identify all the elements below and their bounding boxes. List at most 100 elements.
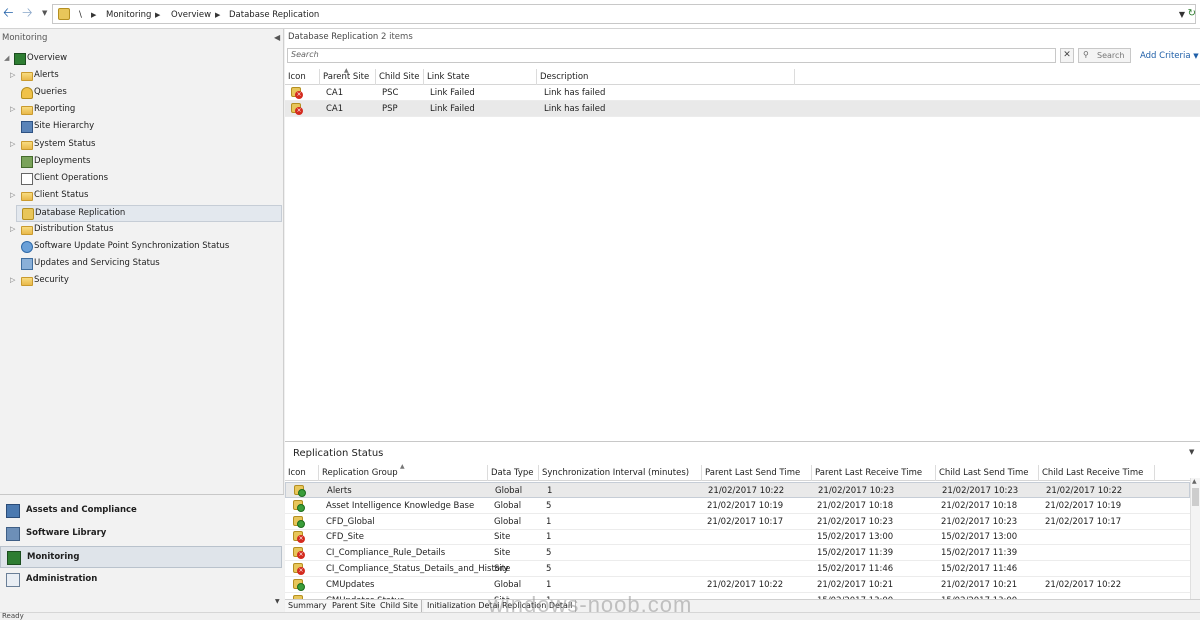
clear-search-button[interactable]: ✕ (1060, 48, 1074, 63)
cell-plr: 15/02/2017 11:39 (817, 548, 894, 559)
table-row[interactable]: × CI_Compliance_Status_Details_and_Histor… (285, 561, 1190, 577)
cell-link-state: Link Failed (430, 88, 475, 98)
search-input[interactable]: Search (287, 48, 1056, 63)
expand-arrow-icon[interactable]: ▷ (10, 105, 15, 113)
sidebar-item-site-hierarchy[interactable]: Site Hierarchy (0, 119, 282, 136)
table-row[interactable]: Asset Intelligence Knowledge Base Global 5… (285, 498, 1190, 514)
column-header-child-last-receive-time[interactable]: Child Last Receive Time (1039, 465, 1155, 481)
sidebar-item-client-status[interactable]: ▷ Client Status (0, 188, 282, 205)
breadcrumb-overview[interactable]: Overview (171, 10, 211, 20)
folder-icon (21, 140, 33, 150)
history-dropdown-icon[interactable]: ▼ (42, 9, 47, 17)
column-header-data-type[interactable]: Data Type (488, 465, 539, 481)
cell-clr: 21/02/2017 10:22 (1046, 486, 1123, 496)
table-row[interactable]: CFD_Global Global 1 21/02/2017 10:17 21/02/2… (285, 514, 1190, 530)
sidebar-item-client-operations[interactable]: Client Operations (0, 171, 282, 188)
cell-type: Global (494, 500, 522, 511)
expanded-arrow-icon[interactable]: ◢ (4, 54, 9, 62)
workspace-administration[interactable]: Administration (0, 569, 282, 591)
sidebar-item-distribution-status[interactable]: ▷ Distribution Status (0, 222, 282, 239)
sidebar-item-label: Overview (27, 53, 68, 63)
sidebar-item-label: Security (34, 275, 69, 286)
table-row[interactable]: × CA1 PSP Link Failed Link has failed (285, 101, 1200, 117)
chevron-down-icon[interactable]: ▼ (1179, 10, 1185, 19)
column-header-link-state[interactable]: Link State (424, 69, 537, 85)
sidebar-item-security[interactable]: ▷ Security (0, 273, 282, 290)
expand-arrow-icon[interactable]: ▷ (10, 276, 15, 284)
table-row[interactable]: × CI_Compliance_Rule_Details Site 5 15/02/20… (285, 545, 1190, 562)
chevron-down-icon[interactable]: ▼ (1189, 448, 1194, 456)
database-replication-icon (58, 8, 70, 20)
collapse-pane-icon[interactable]: ◀ (274, 33, 280, 42)
cell-pls: 21/02/2017 10:22 (708, 486, 785, 496)
cell-interval: 5 (546, 500, 552, 511)
cell-cls: 21/02/2017 10:21 (941, 579, 1018, 590)
table-row[interactable]: Alerts Global 1 21/02/2017 10:22 21/02/2017 … (285, 482, 1190, 498)
search-button-label: Search (1097, 51, 1125, 60)
scrollbar-thumb[interactable] (1192, 488, 1199, 506)
cell-cls: 15/02/2017 11:46 (941, 564, 1018, 574)
sidebar-item-database-replication[interactable]: Database Replication (16, 204, 282, 222)
column-header-icon[interactable]: Icon (285, 465, 319, 481)
cell-group: CI_Compliance_Status_Details_and_History (326, 564, 509, 574)
chevron-right-icon[interactable]: ▶ (215, 11, 220, 19)
breadcrumb-monitoring[interactable]: Monitoring (106, 10, 151, 20)
scroll-up-icon[interactable]: ▲ (1192, 478, 1197, 485)
chevron-right-icon[interactable]: ▶ (91, 11, 96, 19)
sidebar-item-deployments[interactable]: Deployments (0, 154, 282, 171)
workspace-label: Assets and Compliance (26, 505, 137, 515)
breadcrumb-database-replication[interactable]: Database Replication (229, 10, 319, 20)
expand-arrow-icon[interactable]: ▷ (10, 225, 15, 233)
search-button[interactable]: ⚲ Search (1078, 48, 1131, 63)
refresh-icon[interactable]: ↻ (1188, 8, 1196, 19)
column-header-child-last-send-time[interactable]: Child Last Send Time (936, 465, 1039, 481)
results-item-count: 2 items (381, 32, 413, 42)
sidebar-item-label: Deployments (34, 155, 91, 166)
expand-arrow-icon[interactable]: ▷ (10, 71, 15, 79)
workspace-label: Administration (26, 574, 98, 584)
vertical-scrollbar[interactable]: ▲ (1190, 478, 1200, 604)
sidebar-item-overview[interactable]: ◢ Overview (0, 51, 282, 68)
sidebar-item-reporting[interactable]: ▷ Reporting (0, 102, 282, 119)
sidebar-item-queries[interactable]: Queries (0, 85, 282, 102)
monitoring-icon (14, 53, 26, 65)
cell-plr: 15/02/2017 13:00 (817, 532, 894, 543)
column-header-parent-last-send-time[interactable]: Parent Last Send Time (702, 465, 812, 481)
details-pane: Replication Status ▼ Icon Replication Gro… (285, 441, 1200, 609)
column-header-child-site[interactable]: Child Site (376, 69, 424, 85)
table-row[interactable]: CMUpdates Global 1 21/02/2017 10:22 21/02/20… (285, 577, 1190, 593)
chevron-right-icon[interactable]: ▶ (155, 11, 160, 19)
workspace-software-library[interactable]: Software Library (0, 523, 282, 545)
sidebar-item-system-status[interactable]: ▷ System Status (0, 137, 282, 154)
expand-arrow-icon[interactable]: ▷ (10, 140, 15, 148)
expand-arrow-icon[interactable]: ▷ (10, 191, 15, 199)
results-title: Database Replication 2 items (288, 32, 413, 42)
workspace-monitoring[interactable]: Monitoring (0, 546, 282, 568)
replication-ok-icon (294, 485, 306, 497)
chevron-down-icon[interactable]: ▼ (275, 598, 280, 605)
forward-arrow-icon[interactable]: 🡢 (22, 7, 33, 20)
table-row[interactable]: × CA1 PSC Link Failed Link has failed (285, 85, 1200, 101)
assets-icon (6, 504, 20, 518)
add-criteria-link[interactable]: Add Criteria ▼ (1140, 51, 1199, 61)
cell-group: CI_Compliance_Rule_Details (326, 548, 446, 559)
sidebar-item-label: Client Operations (34, 172, 109, 183)
close-icon: ✕ (1063, 50, 1071, 60)
client-operations-icon (21, 172, 33, 185)
cell-clr: 21/02/2017 10:22 (1045, 579, 1122, 590)
workspace-assets-and-compliance[interactable]: Assets and Compliance (0, 500, 282, 522)
column-header-icon[interactable]: Icon (285, 69, 320, 85)
column-header-description[interactable]: Description (537, 69, 795, 85)
column-header-synchronization-interval-minutes-[interactable]: Synchronization Interval (minutes) (539, 465, 702, 481)
back-arrow-icon[interactable]: 🡠 (3, 7, 14, 20)
table-row[interactable]: × CFD_Site Site 1 15/02/2017 13:00 15/02/2017… (285, 529, 1190, 546)
breadcrumb-root[interactable]: \ (79, 10, 82, 20)
sidebar-item-alerts[interactable]: ▷ Alerts (0, 68, 282, 85)
cell-cls: 15/02/2017 11:39 (941, 548, 1018, 559)
replication-error-icon: × (293, 531, 305, 544)
column-header-parent-last-receive-time[interactable]: Parent Last Receive Time (812, 465, 936, 481)
breadcrumb[interactable]: \ ▶ Monitoring ▶ Overview ▶ Database Rep… (52, 4, 1196, 24)
cell-description: Link has failed (544, 104, 606, 114)
sidebar-item-updates-and-servicing-status[interactable]: Updates and Servicing Status (0, 256, 282, 273)
sidebar-item-software-update-point-synchronization-status[interactable]: Software Update Point Synchronization St… (0, 239, 282, 256)
